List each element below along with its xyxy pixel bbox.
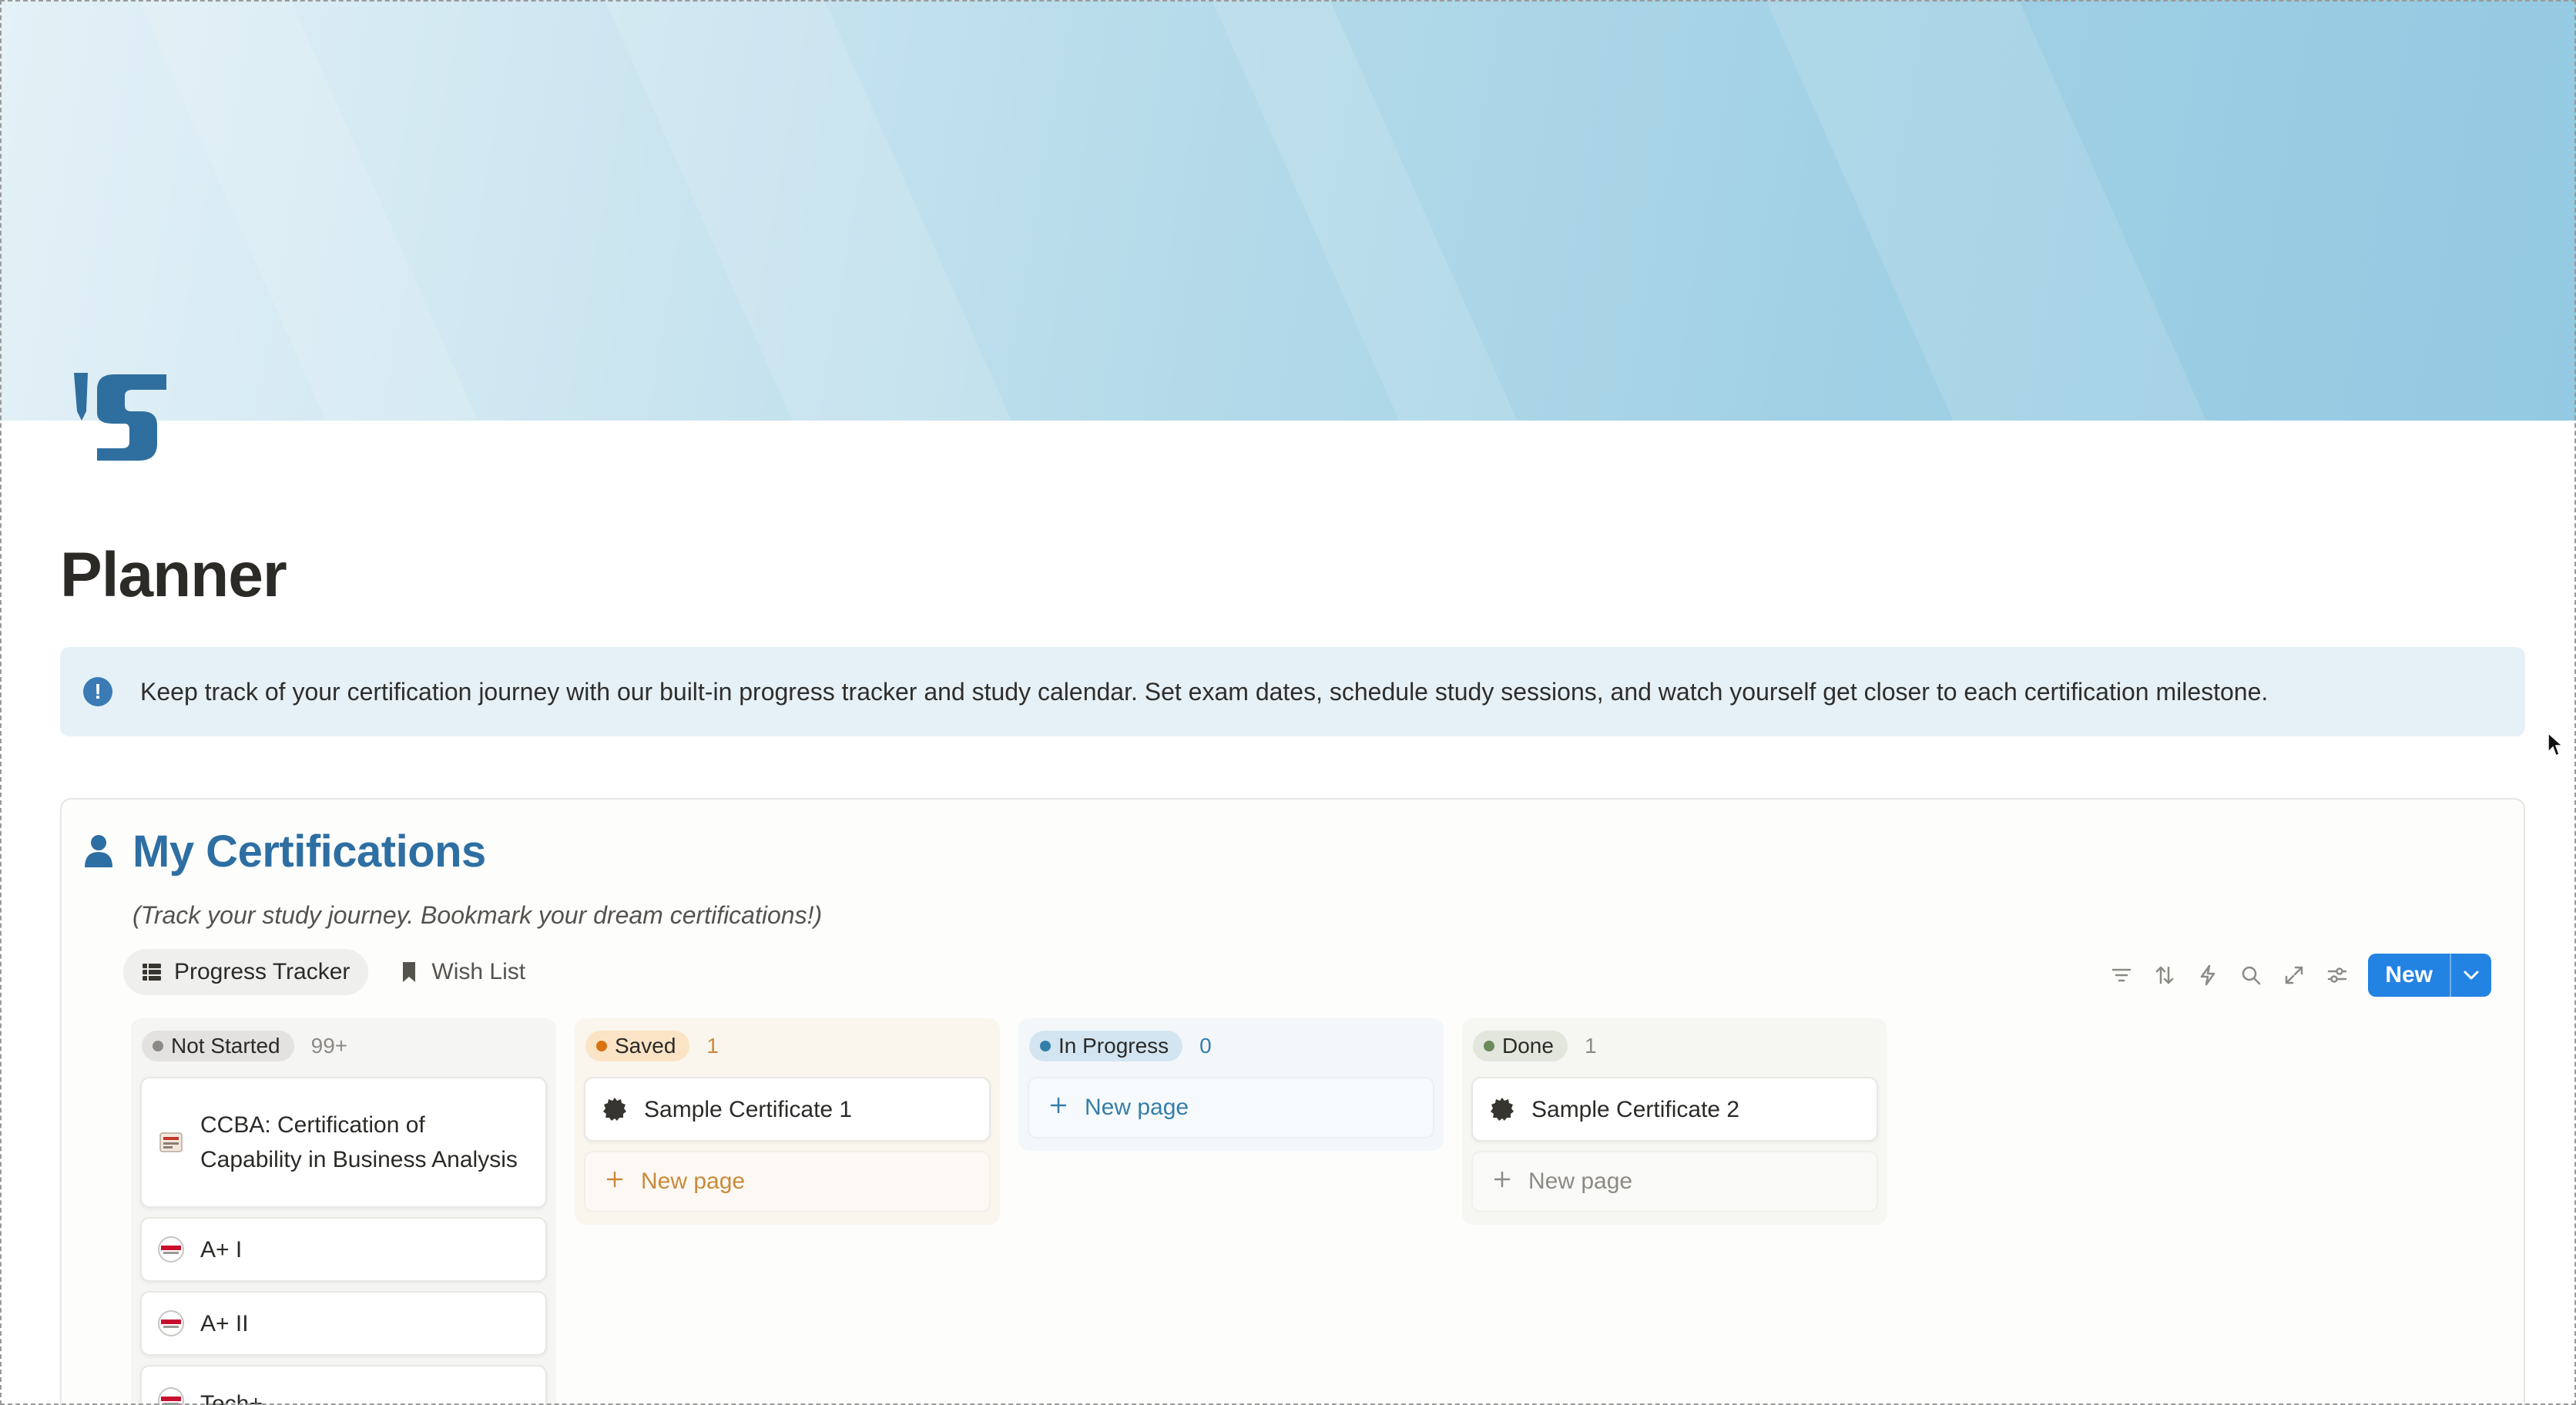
status-label: Not Started [171,1034,280,1058]
new-button-label: New [2385,962,2433,988]
settings-icon[interactable] [2316,954,2359,997]
new-button[interactable]: New [2368,954,2491,997]
new-page-label: New page [1085,1095,1189,1120]
card-title: A+ I [200,1236,243,1262]
status-badge[interactable]: Not Started [142,1031,294,1061]
certificate-badge-icon [157,1128,185,1156]
chevron-down-icon[interactable] [2451,970,2491,981]
board-card[interactable]: Tech+ [140,1365,547,1405]
ss-logo-icon[interactable] [68,365,176,465]
board-column-saved: Saved 1 Sample Certificate 1 New page [575,1018,1000,1225]
info-callout: ! Keep track of your certification journ… [60,647,2525,736]
status-label: Done [1502,1034,1554,1058]
comptia-logo-icon [157,1309,185,1337]
card-title: Sample Certificate 1 [644,1096,853,1122]
card-title: CCBA: Certification of Capability in Bus… [200,1112,518,1172]
sort-icon[interactable] [2143,954,2186,997]
callout-text[interactable]: Keep track of your certification journey… [140,678,2268,706]
plus-icon [605,1169,624,1195]
column-count: 0 [1199,1034,1212,1058]
mouse-cursor-icon [2547,732,2564,758]
lightning-icon[interactable] [2186,954,2229,997]
database-title[interactable]: My Certifications [132,826,486,877]
status-dot [1040,1041,1051,1051]
comptia-logo-icon [157,1236,185,1263]
page-title[interactable]: Planner [60,539,287,612]
board-card[interactable]: A+ I [140,1217,547,1282]
tab-wish-list[interactable]: Wish List [381,949,544,995]
tab-label: Wish List [431,959,526,984]
new-page-button[interactable]: New page [584,1151,991,1212]
bookmark-icon [397,961,421,984]
database-toolbar: New [2100,954,2491,997]
board-column-in-progress: In Progress 0 New page [1018,1018,1444,1151]
gear-badge-icon [1488,1095,1516,1123]
new-page-button[interactable]: New page [1471,1151,1878,1212]
status-badge[interactable]: Done [1473,1031,1568,1061]
card-title: Tech+ [200,1391,263,1405]
board-card[interactable]: A+ II [140,1291,547,1356]
comptia-logo-icon [157,1387,185,1405]
card-title: A+ II [200,1310,249,1336]
new-page-button[interactable]: New page [1028,1077,1434,1138]
table-icon [140,961,163,984]
column-count: 1 [1584,1034,1597,1058]
status-dot [1484,1041,1494,1051]
board-card[interactable]: Sample Certificate 2 [1471,1077,1878,1142]
status-badge[interactable]: Saved [585,1031,690,1061]
status-dot [596,1041,607,1051]
status-label: In Progress [1058,1034,1169,1058]
board-column-done: Done 1 Sample Certificate 2 New page [1462,1018,1887,1225]
column-header[interactable]: Saved 1 [584,1028,991,1065]
tab-progress-tracker[interactable]: Progress Tracker [123,949,369,995]
new-page-label: New page [641,1169,746,1194]
card-title: Sample Certificate 2 [1531,1096,1740,1122]
column-count: 99+ [310,1034,348,1058]
status-badge[interactable]: In Progress [1029,1031,1183,1061]
column-header[interactable]: Not Started 99+ [140,1028,547,1065]
board-card[interactable]: Sample Certificate 1 [584,1077,991,1142]
column-count: 1 [706,1034,719,1058]
tab-label: Progress Tracker [174,959,351,984]
cover-image [0,0,2576,421]
column-header[interactable]: Done 1 [1471,1028,1878,1065]
status-label: Saved [615,1034,676,1058]
gear-badge-icon [601,1095,629,1123]
column-header[interactable]: In Progress 0 [1028,1028,1434,1065]
person-icon [83,833,114,869]
exclamation-icon: ! [83,677,112,706]
database-description: (Track your study journey. Bookmark your… [132,901,823,929]
filter-icon[interactable] [2100,954,2143,997]
expand-icon[interactable] [2272,954,2316,997]
board-card[interactable]: CCBA: Certification of Capability in Bus… [140,1077,547,1208]
status-dot [153,1041,163,1051]
board-column-not-started: Not Started 99+ CCBA: Certification of C… [131,1018,556,1405]
plus-icon [1493,1169,1511,1195]
plus-icon [1049,1095,1068,1121]
view-tabs: Progress Tracker Wish List [123,949,544,995]
new-page-label: New page [1528,1169,1633,1194]
search-icon[interactable] [2229,954,2272,997]
